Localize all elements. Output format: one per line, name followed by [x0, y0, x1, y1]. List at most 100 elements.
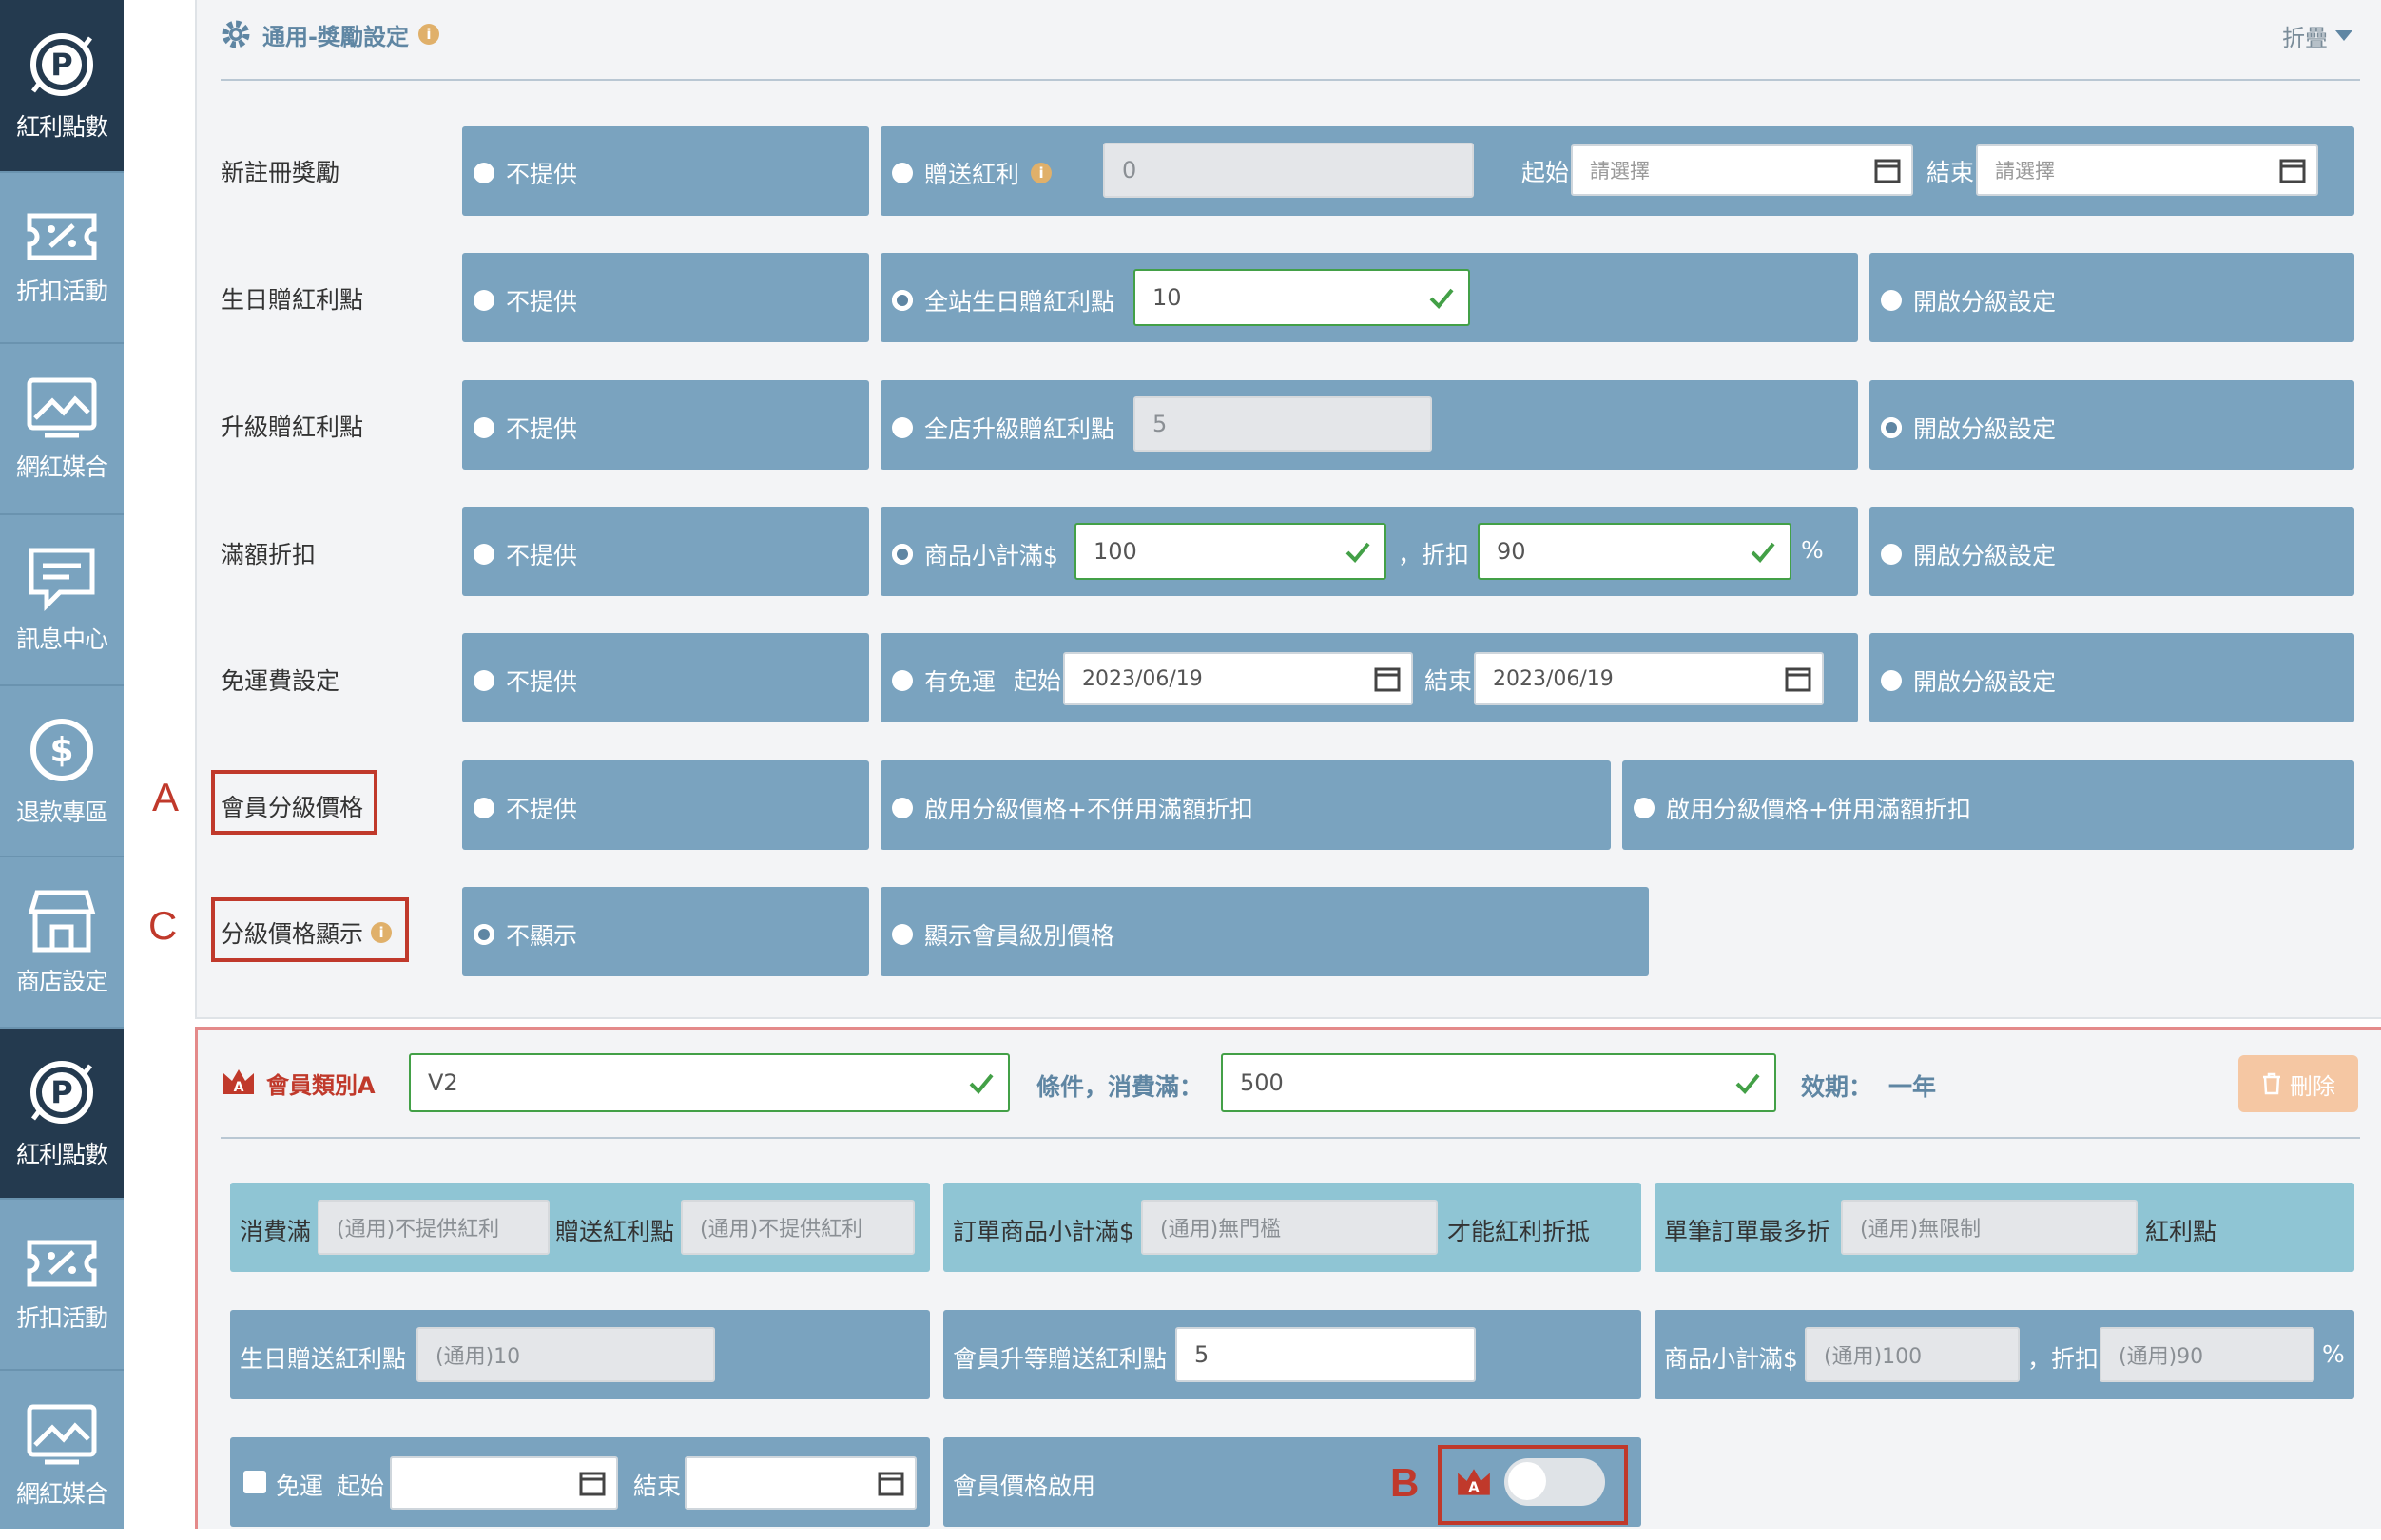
shipping-start-date-input[interactable]: 2023/06/19	[1063, 652, 1413, 705]
check-icon	[1751, 542, 1775, 563]
signup-gift-radio[interactable]: 贈送紅利 i	[892, 156, 1053, 190]
input-value: (通用)10	[436, 1345, 521, 1369]
member-subtotal-input[interactable]: (通用)100	[1805, 1327, 2020, 1382]
signup-none-radio[interactable]: 不提供	[474, 156, 577, 190]
member-price-opt1-radio[interactable]: 啟用分級價格+不併用滿額折扣	[892, 791, 1253, 825]
panel-header: 通用-獎勵設定 i	[219, 17, 439, 51]
signup-start-label: 起始	[1521, 159, 1570, 186]
collapse-toggle[interactable]: 折疊	[2282, 19, 2352, 52]
condition-label: 條件，消費滿：	[1036, 1073, 1204, 1101]
signup-end-label: 結束	[1926, 159, 1975, 186]
member-price-toggle[interactable]	[1504, 1458, 1605, 1506]
fullcut-none-radio[interactable]: 不提供	[474, 537, 577, 571]
option-label: 不提供	[506, 668, 578, 696]
shipping-tier-radio[interactable]: 開啟分級設定	[1881, 664, 2056, 698]
birthday-site-radio[interactable]: 全站生日贈紅利點	[892, 283, 1114, 318]
input-value: (通用)90	[2119, 1345, 2204, 1369]
annotation-marker-c: C	[148, 903, 178, 948]
upgrade-store-radio[interactable]: 全店升級贈紅利點	[892, 411, 1114, 445]
free-shipping-checkbox[interactable]	[243, 1471, 266, 1493]
info-icon[interactable]: i	[417, 24, 439, 45]
calendar-icon[interactable]	[1373, 664, 1402, 693]
member-discount-input[interactable]: (通用)90	[2100, 1327, 2314, 1382]
member-upgrade-input[interactable]: 5	[1175, 1327, 1476, 1382]
info-icon[interactable]: i	[1031, 163, 1053, 183]
member-price-none-radio[interactable]: 不提供	[474, 791, 577, 825]
input-value: 500	[1240, 1069, 1284, 1096]
price-display-show-radio[interactable]: 顯示會員級別價格	[892, 917, 1114, 952]
condition-amount-input[interactable]: 500	[1221, 1053, 1776, 1112]
sidebar-item-points[interactable]: P 紅利點數	[0, 0, 124, 171]
sidebar-item-messages[interactable]: 訊息中心	[0, 513, 124, 684]
calendar-icon[interactable]	[1784, 664, 1812, 693]
delete-button[interactable]: 刪除	[2238, 1055, 2358, 1112]
influencer-icon	[27, 1404, 97, 1465]
option-label: 啟用分級價格+不併用滿額折扣	[924, 796, 1253, 823]
sidebar-item-refund[interactable]: $ 退款專區	[0, 684, 124, 856]
fullcut-subtotal-radio[interactable]: 商品小計滿$	[892, 537, 1058, 571]
birthday-points-label: 生日贈送紅利點	[240, 1345, 407, 1373]
sidebar-item-store[interactable]: 商店設定	[0, 856, 124, 1027]
discount-ticket-icon	[27, 213, 97, 260]
upgrade-points-input[interactable]: 5	[1133, 396, 1432, 452]
birthday-points-input[interactable]: 10	[1133, 269, 1470, 326]
upgrade-none-radio[interactable]: 不提供	[474, 411, 577, 445]
radio-icon	[1881, 544, 1902, 565]
order-suffix-label: 才能紅利折抵	[1447, 1218, 1591, 1245]
radio-icon	[892, 924, 913, 945]
order-subtotal-input[interactable]: (通用)無門檻	[1141, 1200, 1438, 1255]
option-label: 全站生日贈紅利點	[924, 288, 1115, 316]
price-display-none-radio[interactable]: 不顯示	[474, 917, 577, 952]
trash-icon	[2263, 1072, 2280, 1095]
fullcut-tier-radio[interactable]: 開啟分級設定	[1881, 537, 2056, 571]
birthday-tier-radio[interactable]: 開啟分級設定	[1881, 283, 2056, 318]
input-value: 5	[1194, 1341, 1210, 1368]
influencer-icon	[27, 377, 97, 438]
input-value: 0	[1122, 157, 1137, 183]
row-label-price-display: 分級價格顯示	[221, 920, 364, 948]
option-label: 商品小計滿$	[924, 542, 1058, 569]
member-shipping-start-input[interactable]	[390, 1456, 618, 1510]
row-label-member-price: 會員分級價格	[221, 794, 364, 821]
signup-gift-points-input[interactable]: 0	[1103, 143, 1474, 198]
fullcut-subtotal-input[interactable]: 100	[1074, 523, 1386, 580]
gift-points-label: 贈送紅利點	[555, 1218, 675, 1245]
validity-value: 一年	[1888, 1073, 1937, 1101]
info-icon[interactable]: i	[371, 922, 393, 943]
gift-points-input[interactable]: (通用)不提供紅利	[681, 1200, 915, 1255]
calendar-icon[interactable]	[578, 1469, 607, 1497]
max-discount-input[interactable]: (通用)無限制	[1841, 1200, 2138, 1255]
member-birthday-input[interactable]: (通用)10	[416, 1327, 715, 1382]
fullcut-discount-input[interactable]: 90	[1478, 523, 1791, 580]
birthday-none-radio[interactable]: 不提供	[474, 283, 577, 318]
svg-text:A: A	[234, 1080, 244, 1095]
option-label: 不提供	[506, 542, 578, 569]
member-price-opt2-radio[interactable]: 啟用分級價格+併用滿額折扣	[1634, 791, 1971, 825]
member-class-name-input[interactable]: V2	[409, 1053, 1010, 1112]
calendar-icon[interactable]	[1873, 156, 1902, 184]
signup-start-date-input[interactable]: 請選擇	[1571, 144, 1913, 196]
sidebar-item-discount[interactable]: 折扣活動	[0, 1198, 124, 1369]
shipping-none-radio[interactable]: 不提供	[474, 664, 577, 698]
calendar-icon[interactable]	[877, 1469, 905, 1497]
check-icon	[1345, 542, 1370, 563]
sidebar-item-influencer[interactable]: 網紅媒合	[0, 1369, 124, 1540]
input-value: (通用)無門檻	[1160, 1218, 1282, 1242]
shipping-free-radio[interactable]: 有免運	[892, 664, 996, 698]
radio-icon	[474, 924, 494, 945]
sidebar-item-influencer[interactable]: 網紅媒合	[0, 342, 124, 513]
shipping-end-date-input[interactable]: 2023/06/19	[1474, 652, 1824, 705]
upgrade-tier-radio[interactable]: 開啟分級設定	[1881, 411, 2056, 445]
input-value: (通用)無限制	[1860, 1218, 1982, 1242]
calendar-icon[interactable]	[2278, 156, 2307, 184]
spend-input[interactable]: (通用)不提供紅利	[318, 1200, 550, 1255]
annotation-marker-a: A	[152, 775, 180, 819]
sidebar-item-label: 商店設定	[15, 968, 108, 995]
option-label: 開啟分級設定	[1913, 668, 2057, 696]
member-shipping-end-input[interactable]	[685, 1456, 917, 1510]
signup-end-date-input[interactable]: 請選擇	[1976, 144, 2318, 196]
sidebar-item-points[interactable]: P 紅利點數	[0, 1027, 124, 1198]
sidebar-item-discount[interactable]: 折扣活動	[0, 171, 124, 342]
radio-icon	[892, 417, 913, 438]
points-icon: P	[30, 33, 93, 96]
